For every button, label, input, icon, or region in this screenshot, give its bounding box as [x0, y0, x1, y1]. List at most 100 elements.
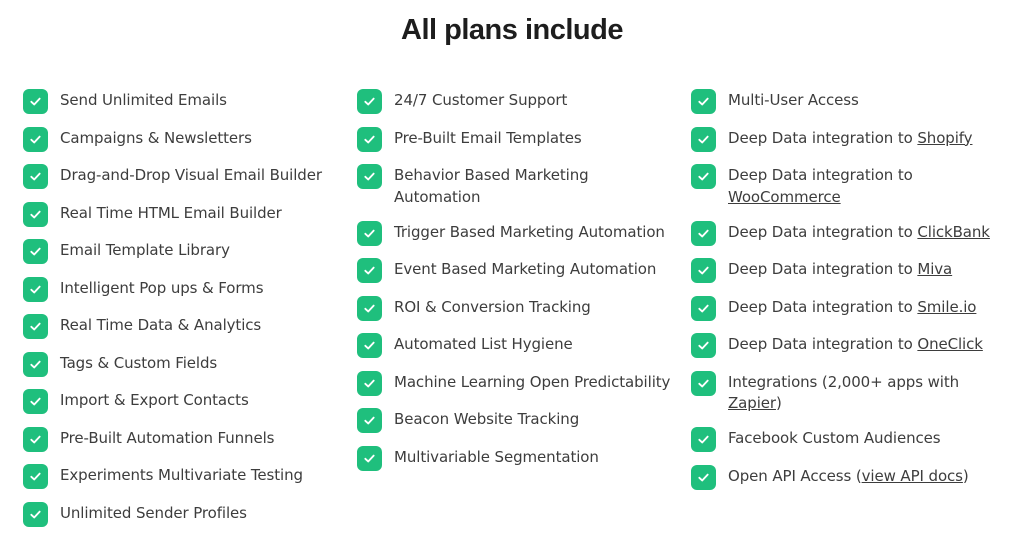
feature-item: Facebook Custom Audiences: [691, 427, 1011, 452]
checkmark-icon: [357, 164, 382, 189]
checkmark-icon: [357, 370, 382, 396]
checkmark-icon: [691, 258, 716, 283]
feature-item: Real Time Data & Analytics: [23, 314, 343, 339]
checkmark-icon: [357, 89, 382, 114]
checkmark-icon: [691, 427, 716, 452]
feature-item: Machine Learning Open Predictability: [357, 370, 677, 396]
feature-item: Email Template Library: [23, 239, 343, 264]
feature-item: Campaigns & Newsletters: [23, 126, 343, 152]
feature-label-suffix: ): [962, 466, 969, 485]
feature-item: Drag-and-Drop Visual Email Builder: [23, 164, 343, 189]
feature-item: Pre-Built Email Templates: [357, 126, 677, 152]
feature-item: Deep Data integration to Shopify: [691, 126, 1011, 152]
feature-item: Open API Access (view API docs): [691, 464, 1011, 490]
feature-text: Drag-and-Drop Visual Email Builder: [60, 164, 343, 187]
feature-item: Deep Data integration to OneClick: [691, 333, 1011, 358]
checkmark-icon: [23, 389, 48, 414]
feature-text: Deep Data integration to ClickBank: [728, 221, 1011, 244]
feature-text: Intelligent Pop ups & Forms: [60, 277, 343, 300]
feature-item: Beacon Website Tracking: [357, 408, 677, 433]
feature-text: Campaigns & Newsletters: [60, 127, 343, 150]
feature-label: Deep Data integration to: [728, 128, 918, 147]
feature-label: Event Based Marketing Automation: [394, 260, 657, 278]
feature-label: Import & Export Contacts: [60, 391, 249, 409]
feature-label: Open API Access (: [728, 466, 862, 485]
feature-item: Automated List Hygiene: [357, 333, 677, 358]
checkmark-icon: [691, 370, 716, 396]
feature-item: Unlimited Sender Profiles: [23, 501, 343, 527]
feature-item: Event Based Marketing Automation: [357, 258, 677, 283]
integration-link[interactable]: Zapier: [728, 394, 776, 412]
checkmark-icon: [357, 408, 382, 433]
feature-item: Deep Data integration to ClickBank: [691, 220, 1011, 246]
checkmark-icon: [357, 220, 382, 246]
feature-text: Automated List Hygiene: [394, 333, 677, 356]
feature-item: Multivariable Segmentation: [357, 445, 677, 471]
feature-item: 24/7 Customer Support: [357, 89, 677, 114]
feature-text: Machine Learning Open Predictability: [394, 371, 677, 394]
feature-text: Multivariable Segmentation: [394, 446, 677, 469]
feature-label: Multivariable Segmentation: [394, 447, 599, 466]
integration-link[interactable]: Smile.io: [917, 298, 976, 316]
feature-item: Integrations (2,000+ apps with Zapier): [691, 370, 1011, 415]
features-column-3: Multi-User Access Deep Data integration t…: [691, 89, 1011, 502]
feature-label: Intelligent Pop ups & Forms: [60, 278, 264, 297]
checkmark-icon: [357, 258, 382, 283]
feature-label: Email Template Library: [60, 241, 230, 259]
integration-link[interactable]: Shopify: [917, 129, 972, 147]
feature-label: Deep Data integration to: [728, 297, 918, 316]
integration-link[interactable]: view API docs: [862, 467, 963, 485]
feature-label: ROI & Conversion Tracking: [394, 297, 591, 316]
checkmark-icon: [691, 295, 716, 321]
feature-text: Pre-Built Email Templates: [394, 127, 677, 150]
feature-label: Trigger Based Marketing Automation: [394, 222, 665, 241]
feature-label: Experiments Multivariate Testing: [60, 466, 303, 484]
feature-text: Integrations (2,000+ apps with Zapier): [728, 371, 1011, 415]
checkmark-icon: [23, 501, 48, 527]
feature-label: Real Time Data & Analytics: [60, 316, 262, 334]
feature-label: Beacon Website Tracking: [394, 410, 580, 428]
feature-item: Multi-User Access: [691, 89, 1011, 114]
feature-item: Deep Data integration to Miva: [691, 258, 1011, 283]
feature-item: Deep Data integration to WooCommerce: [691, 164, 1011, 208]
feature-text: Real Time HTML Email Builder: [60, 202, 343, 225]
feature-item: Tags & Custom Fields: [23, 351, 343, 377]
checkmark-icon: [23, 89, 48, 114]
feature-text: Pre-Built Automation Funnels: [60, 427, 343, 450]
checkmark-icon: [23, 126, 48, 152]
checkmark-icon: [23, 164, 48, 189]
checkmark-icon: [23, 276, 48, 302]
feature-text: Open API Access (view API docs): [728, 465, 1011, 488]
feature-text: Deep Data integration to Shopify: [728, 127, 1011, 150]
checkmark-icon: [23, 426, 48, 452]
feature-text: Unlimited Sender Profiles: [60, 502, 343, 525]
feature-label: Deep Data integration to: [728, 260, 918, 278]
feature-label: Automated List Hygiene: [394, 335, 573, 353]
feature-text: Import & Export Contacts: [60, 389, 343, 412]
checkmark-icon: [357, 295, 382, 321]
feature-text: Deep Data integration to OneClick: [728, 333, 1011, 356]
feature-text: Deep Data integration to Miva: [728, 258, 1011, 281]
feature-text: ROI & Conversion Tracking: [394, 296, 677, 319]
feature-text: Real Time Data & Analytics: [60, 314, 343, 337]
integration-link[interactable]: ClickBank: [917, 223, 990, 241]
feature-label-suffix: ): [775, 394, 782, 412]
checkmark-icon: [23, 464, 48, 489]
feature-label: Send Unlimited Emails: [60, 91, 227, 109]
checkmark-icon: [691, 89, 716, 114]
feature-text: Deep Data integration to WooCommerce: [728, 164, 1011, 208]
feature-text: Tags & Custom Fields: [60, 352, 343, 375]
feature-label: Real Time HTML Email Builder: [60, 203, 282, 222]
feature-text: Beacon Website Tracking: [394, 408, 677, 431]
feature-text: 24/7 Customer Support: [394, 89, 677, 112]
checkmark-icon: [23, 351, 48, 377]
feature-text: Experiments Multivariate Testing: [60, 464, 343, 487]
checkmark-icon: [23, 239, 48, 264]
checkmark-icon: [691, 464, 716, 490]
integration-link[interactable]: WooCommerce: [728, 188, 841, 206]
integration-link[interactable]: OneClick: [917, 335, 983, 353]
feature-item: Real Time HTML Email Builder: [23, 201, 343, 227]
integration-link[interactable]: Miva: [917, 260, 952, 278]
feature-item: Import & Export Contacts: [23, 389, 343, 414]
feature-label: Pre-Built Email Templates: [394, 128, 582, 147]
